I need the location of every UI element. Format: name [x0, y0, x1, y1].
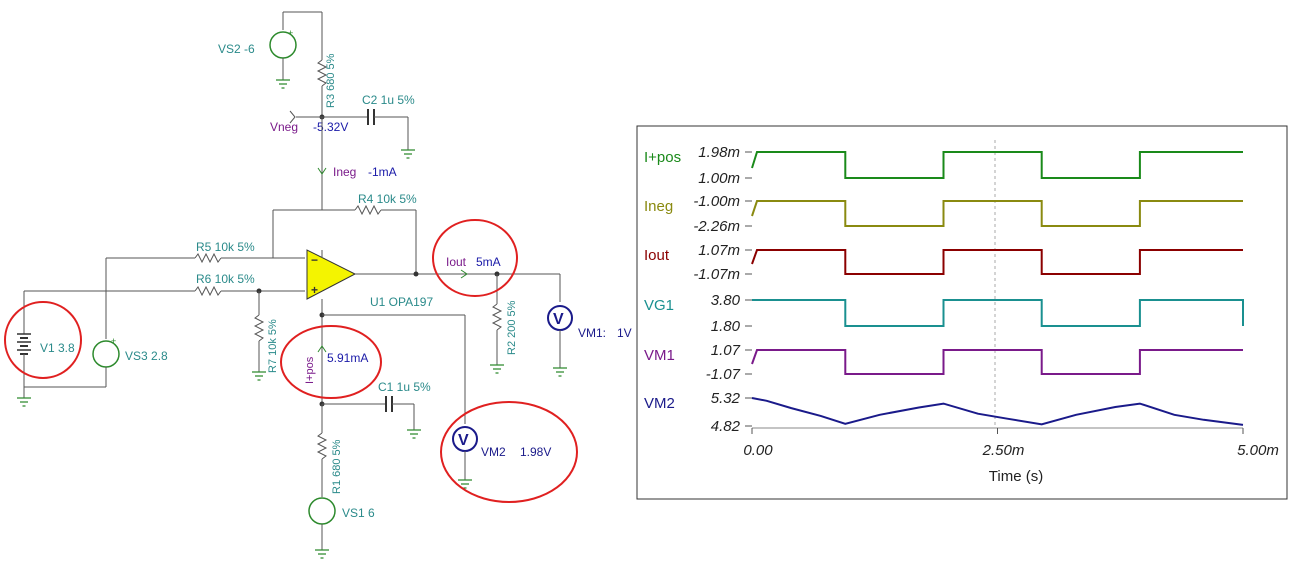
- ineg-probe-name: Ineg: [333, 165, 356, 179]
- series-name: VG1: [644, 297, 674, 314]
- r3-label: R3 680 5%: [325, 53, 337, 108]
- vs2-label: VS2 -6: [218, 42, 255, 56]
- r7-label: R7 10k 5%: [267, 319, 279, 373]
- svg-text:+: +: [111, 336, 116, 346]
- x-tick-label: 0.00: [743, 442, 773, 459]
- opamp-plus-sign: +: [311, 283, 318, 297]
- x-tick-label: 5.00m: [1237, 442, 1279, 459]
- schematic: + VS2 -6 R3 680 5% Vneg -5.32V C2 1u 5% …: [4, 11, 632, 559]
- u1-label: U1 OPA197: [370, 295, 433, 309]
- ipos-probe-name: I+pos: [304, 356, 316, 384]
- vs1-source[interactable]: [308, 497, 336, 559]
- vm1-meter-glyph: V: [553, 311, 564, 328]
- ineg-probe-value: -1mA: [368, 165, 397, 179]
- opamp-minus-sign: −: [311, 253, 318, 267]
- x-axis-label: Time (s): [989, 468, 1043, 485]
- y-tick-bottom: -1.07m: [693, 266, 740, 283]
- series-name: Iout: [644, 247, 670, 264]
- svg-text:+: +: [288, 28, 293, 38]
- iout-probe-value: 5mA: [476, 255, 501, 269]
- ipos-probe-value: 5.91mA: [327, 351, 368, 365]
- vm1-voltmeter[interactable]: V: [547, 273, 573, 377]
- y-tick-bottom: 4.82: [711, 418, 741, 435]
- vm2-name: VM2: [481, 445, 506, 459]
- vs1-label: VS1 6: [342, 506, 375, 520]
- c1-label: C1 1u 5%: [378, 380, 431, 394]
- vm2-meter-glyph: V: [458, 432, 469, 449]
- y-tick-top: 5.32: [711, 390, 741, 407]
- x-tick-label: 2.50m: [982, 442, 1025, 459]
- circuit-schematic-and-chart: + VS2 -6 R3 680 5% Vneg -5.32V C2 1u 5% …: [4, 11, 1288, 559]
- r4-label: R4 10k 5%: [358, 192, 417, 206]
- iout-probe-name: Iout: [446, 255, 467, 269]
- vm1-value: 1V: [617, 326, 632, 340]
- vneg-probe-value: -5.32V: [313, 120, 348, 134]
- y-tick-top: 1.07: [711, 342, 741, 359]
- r2-label: R2 200 5%: [506, 300, 518, 355]
- chart-panel: I+pos 1.98m 1.00m Ineg -1.00m -2.26m Iout 1.07m…: [636, 125, 1288, 500]
- highlight-v1: [4, 301, 82, 379]
- y-tick-top: 1.98m: [698, 144, 740, 161]
- series-name: VM2: [644, 395, 675, 412]
- vm2-value: 1.98V: [520, 445, 551, 459]
- y-tick-bottom: 1.00m: [698, 170, 740, 187]
- y-tick-top: 3.80: [711, 292, 741, 309]
- v1-label: V1 3.8: [40, 341, 75, 355]
- vm1-name: VM1:: [578, 326, 606, 340]
- c2-label: C2 1u 5%: [362, 93, 415, 107]
- series-name: VM1: [644, 347, 675, 364]
- r6-label: R6 10k 5%: [196, 272, 255, 286]
- series-name: I+pos: [644, 149, 681, 166]
- r1-label: R1 680 5%: [331, 439, 343, 494]
- y-tick-top: 1.07m: [698, 242, 740, 259]
- highlight-vm2: [440, 401, 578, 503]
- y-tick-bottom: -1.07: [706, 366, 741, 383]
- vs2-source[interactable]: +: [269, 11, 322, 89]
- y-tick-bottom: 1.80: [711, 318, 741, 335]
- vs3-label: VS3 2.8: [125, 349, 168, 363]
- vs3-source[interactable]: +: [24, 258, 120, 388]
- opamp-u1[interactable]: − +: [306, 249, 357, 300]
- vneg-probe-name: Vneg: [270, 120, 298, 134]
- r5-label: R5 10k 5%: [196, 240, 255, 254]
- y-tick-top: -1.00m: [693, 193, 740, 210]
- vm2-voltmeter[interactable]: V: [452, 426, 478, 489]
- y-tick-bottom: -2.26m: [693, 218, 740, 235]
- series-name: Ineg: [644, 198, 673, 215]
